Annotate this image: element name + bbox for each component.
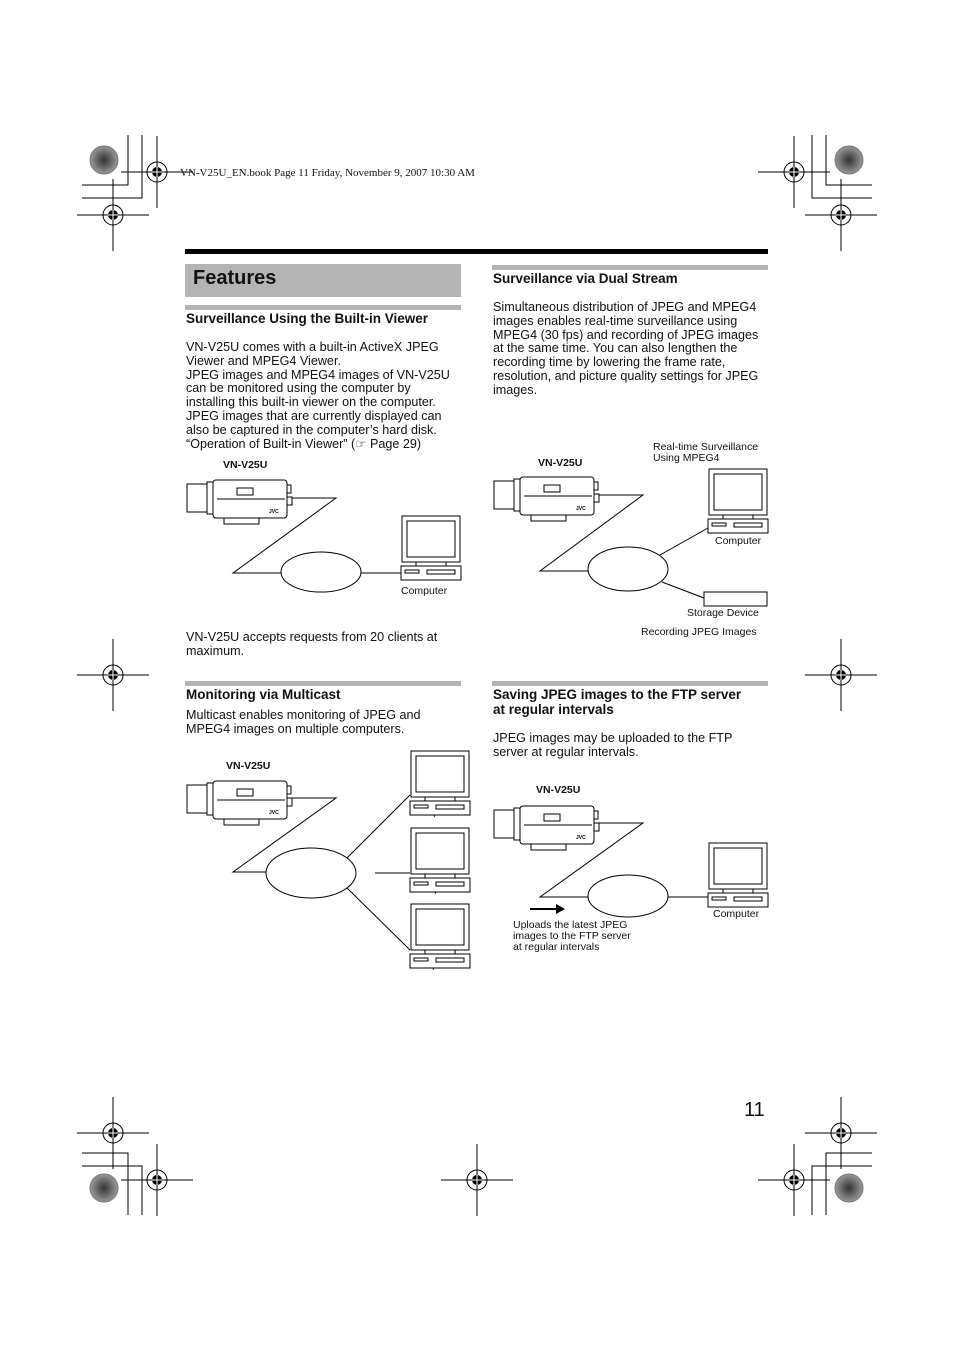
camera-icon bbox=[493, 476, 600, 522]
network-ellipse bbox=[280, 551, 362, 593]
computer-icon bbox=[409, 750, 471, 816]
arrow-right-icon bbox=[530, 904, 565, 914]
network-ellipse bbox=[587, 546, 669, 592]
camera-icon bbox=[186, 780, 293, 826]
computer-icon bbox=[707, 468, 769, 534]
computer-icon bbox=[409, 903, 471, 969]
network-ellipse bbox=[587, 874, 669, 918]
computer-icon bbox=[707, 842, 769, 908]
computer-icon bbox=[409, 827, 471, 893]
camera-icon bbox=[493, 805, 600, 851]
computer-icon bbox=[400, 515, 462, 581]
storage-device-icon bbox=[703, 591, 768, 607]
network-ellipse bbox=[265, 847, 357, 899]
diagrams: JVC bbox=[186, 468, 769, 969]
camera-icon bbox=[186, 479, 293, 525]
